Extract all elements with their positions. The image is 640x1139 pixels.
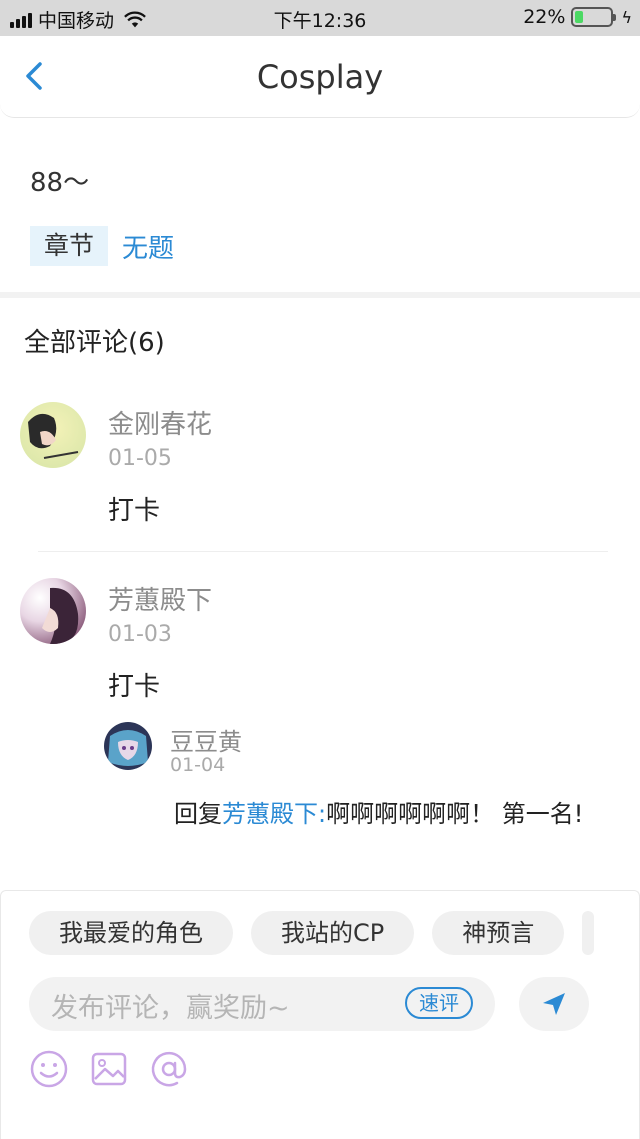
- topic-chip[interactable]: 我站的CP: [251, 911, 415, 955]
- composer-tools: [29, 1049, 189, 1089]
- post-text: 88～: [30, 168, 90, 198]
- reply-prefix: 回复: [174, 800, 222, 828]
- avatar[interactable]: [20, 578, 86, 644]
- comment-date: 01-05: [108, 446, 172, 471]
- comment-text: 打卡: [108, 496, 161, 526]
- image-icon[interactable]: [89, 1049, 129, 1089]
- reply-body: 啊啊啊啊啊啊！ 第一名!: [326, 800, 584, 828]
- comment-input-placeholder: 发布评论，赢奖励~: [51, 993, 290, 1024]
- comment-text: 打卡: [108, 672, 161, 702]
- comment-input[interactable]: 发布评论，赢奖励~ 速评: [29, 977, 495, 1031]
- quick-review-button[interactable]: 速评: [405, 987, 473, 1019]
- battery-percent: 22%: [523, 6, 566, 28]
- send-button[interactable]: [519, 977, 589, 1031]
- send-icon: [543, 993, 565, 1015]
- chapter-tag: 章节: [30, 226, 109, 266]
- at-icon[interactable]: [149, 1049, 189, 1089]
- avatar[interactable]: [104, 722, 152, 770]
- reply-mention[interactable]: 芳蕙殿下:: [222, 800, 326, 828]
- chapter-link[interactable]: 无题: [122, 228, 174, 265]
- comment-date: 01-03: [108, 622, 172, 647]
- status-right: 22% ϟ: [523, 6, 632, 28]
- comment-divider: [38, 551, 608, 552]
- reply-date: 01-04: [170, 754, 226, 776]
- charging-icon: ϟ: [621, 7, 632, 27]
- avatar[interactable]: [20, 402, 86, 468]
- comment-author[interactable]: 金刚春花: [108, 404, 212, 441]
- topic-chips: 我最爱的角色 我站的CP 神预言: [29, 911, 595, 955]
- comments-header: 全部评论(6): [24, 328, 165, 358]
- reply-text: 回复芳蕙殿下:啊啊啊啊啊啊！ 第一名!: [174, 798, 604, 830]
- battery-icon: [571, 7, 617, 27]
- comment-composer: 我最爱的角色 我站的CP 神预言 发布评论，赢奖励~ 速评: [0, 890, 640, 1139]
- nav-bar: Cosplay: [0, 36, 640, 118]
- status-bar: 中国移动 下午12:36 22% ϟ: [0, 0, 640, 36]
- topic-chip[interactable]: 神预言: [432, 911, 565, 955]
- topic-chip-partial[interactable]: [582, 911, 595, 955]
- section-divider: [0, 292, 640, 298]
- page-title: Cosplay: [256, 58, 384, 96]
- reply-author[interactable]: 豆豆黄: [170, 722, 242, 757]
- topic-chip[interactable]: 我最爱的角色: [29, 911, 233, 955]
- battery-fill: [575, 11, 583, 23]
- chapter-row: 章节 无题: [30, 226, 174, 266]
- comment-author[interactable]: 芳蕙殿下: [108, 580, 212, 617]
- smile-icon[interactable]: [29, 1049, 69, 1089]
